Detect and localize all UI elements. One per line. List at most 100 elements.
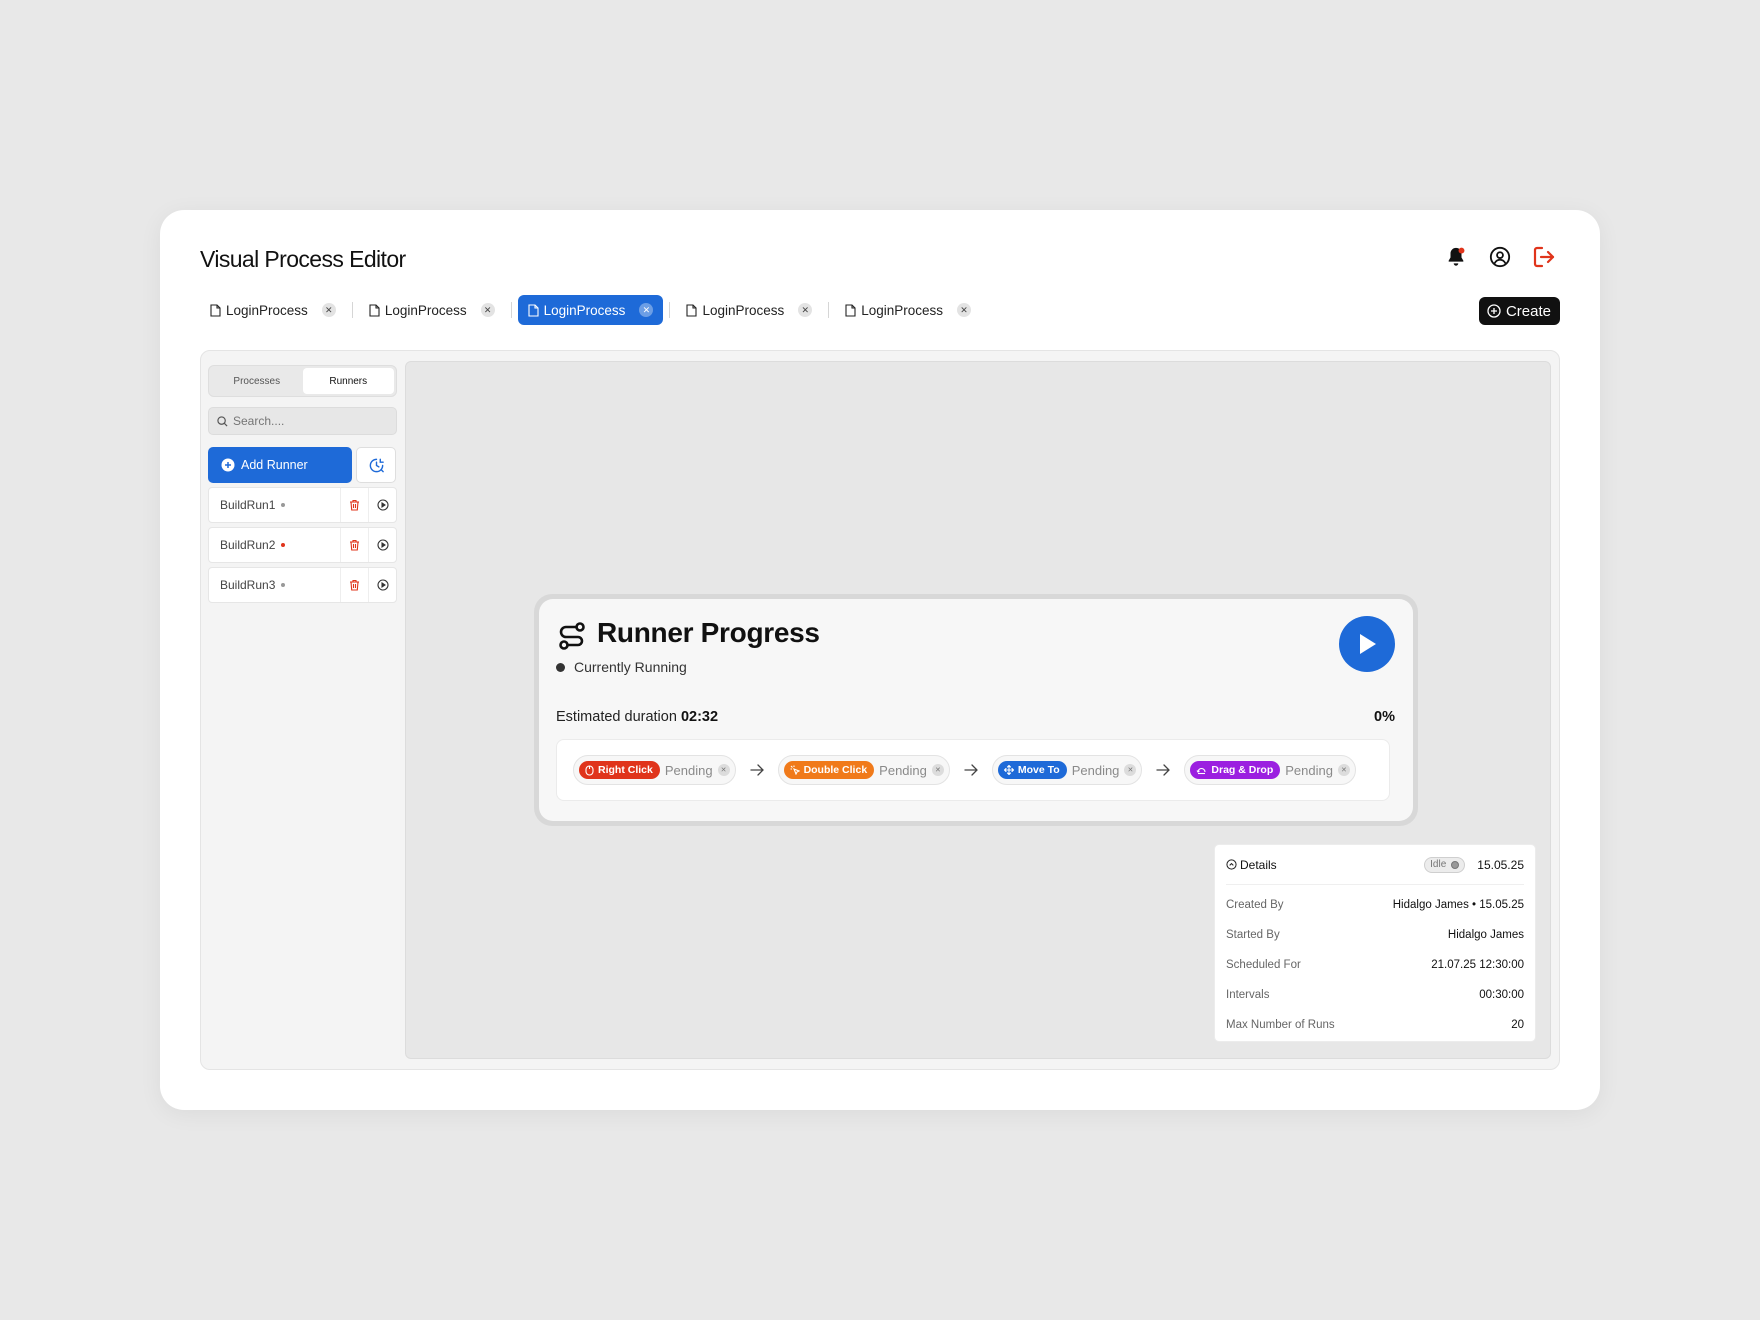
runner-item: BuildRun1 [208, 487, 397, 523]
details-header[interactable]: Details Idle 15.05.25 [1226, 845, 1524, 885]
step-pill: Right Click [579, 761, 660, 779]
detail-row: Intervals 00:30:00 [1226, 980, 1524, 1010]
add-runner-row: Add Runner [208, 447, 397, 483]
detail-key: Started By [1226, 929, 1280, 941]
arrow-right-icon [950, 764, 992, 776]
duration-value: 02:32 [680, 709, 719, 725]
tab-divider [351, 302, 353, 318]
tab-loginprocess-5[interactable]: LoginProcess ✕ [835, 295, 981, 325]
close-icon[interactable]: ✕ [1337, 764, 1350, 776]
step-pill: Move To [997, 761, 1067, 779]
schedule-button[interactable] [356, 447, 396, 483]
estimated-duration: Estimated duration 02:32 [556, 709, 718, 725]
close-icon[interactable]: ✕ [1124, 764, 1137, 776]
tab-loginprocess-3[interactable]: LoginProcess ✕ [517, 295, 664, 325]
step-label: Move To [1017, 764, 1060, 776]
step-pill: Double Click [783, 761, 875, 779]
segment-runners[interactable]: Runners [302, 368, 394, 394]
runner-label: BuildRun2 [220, 538, 276, 552]
file-icon [369, 303, 380, 317]
runner-label: BuildRun3 [220, 578, 276, 592]
close-icon[interactable]: ✕ [480, 303, 495, 317]
run-runner-button[interactable] [368, 488, 396, 522]
progress-percent: 0% [1374, 709, 1395, 725]
close-icon[interactable]: ✕ [717, 764, 730, 776]
detail-row: Scheduled For 21.07.25 12:30:00 [1226, 950, 1524, 980]
bell-icon[interactable] [1444, 245, 1468, 269]
step-label: Drag & Drop [1211, 764, 1274, 776]
detail-value: 21.07.25 12:30:00 [1431, 959, 1524, 971]
step-state: Pending [664, 762, 713, 778]
tab-divider [510, 302, 512, 318]
close-icon[interactable]: ✕ [321, 303, 336, 317]
file-icon [845, 303, 856, 317]
status-dot [556, 662, 565, 672]
close-icon[interactable]: ✕ [957, 303, 972, 317]
status-dot [1451, 860, 1460, 869]
tab-label: LoginProcess [543, 302, 626, 318]
close-icon[interactable]: ✕ [639, 303, 654, 317]
tab-label: LoginProcess [384, 302, 467, 318]
runner-progress-card: Runner Progress Currently Running Estima… [534, 594, 1418, 826]
detail-key: Max Number of Runs [1226, 1019, 1335, 1031]
runner-name[interactable]: BuildRun3 [209, 578, 340, 592]
close-icon[interactable]: ✕ [798, 303, 813, 317]
card-title: Runner Progress [597, 617, 820, 648]
runner-name[interactable]: BuildRun1 [209, 498, 340, 512]
file-icon [686, 303, 697, 317]
search-input[interactable] [233, 414, 383, 428]
badge-label: Idle [1430, 859, 1447, 870]
create-label: Create [1505, 302, 1551, 320]
step-sequence: Right Click Pending ✕ Double Click Pendi… [556, 739, 1390, 801]
step-move-to[interactable]: Move To Pending ✕ [991, 755, 1143, 785]
create-button[interactable]: Create [1478, 297, 1560, 325]
tab-loginprocess-1[interactable]: LoginProcess ✕ [200, 295, 346, 325]
pointer-click-icon [790, 765, 800, 775]
header-actions [1444, 245, 1556, 269]
mouse-icon [585, 764, 594, 776]
delete-runner-button[interactable] [340, 488, 368, 522]
move-icon [1003, 765, 1014, 775]
delete-runner-button[interactable] [340, 528, 368, 562]
step-right-click[interactable]: Right Click Pending ✕ [573, 755, 736, 785]
step-drag-drop[interactable]: Drag & Drop Pending ✕ [1184, 755, 1356, 785]
run-runner-button[interactable] [368, 528, 396, 562]
trash-icon [350, 499, 359, 511]
logout-icon[interactable] [1532, 245, 1556, 269]
tab-label: LoginProcess [226, 302, 308, 318]
document-tabs: LoginProcess ✕ LoginProcess ✕ LoginProce… [200, 295, 981, 325]
add-runner-label: Add Runner [241, 458, 308, 472]
delete-runner-button[interactable] [340, 568, 368, 602]
runner-progress-card-body: Runner Progress Currently Running Estima… [539, 599, 1413, 821]
run-status: Currently Running [556, 659, 687, 675]
step-double-click[interactable]: Double Click Pending ✕ [777, 755, 950, 785]
runner-item: BuildRun2 [208, 527, 397, 563]
add-runner-button[interactable]: Add Runner [208, 447, 352, 483]
tab-divider [669, 302, 671, 318]
runner-name[interactable]: BuildRun2 [209, 538, 340, 552]
tab-label: LoginProcess [861, 302, 944, 318]
details-title: Details [1240, 857, 1277, 872]
chevron-circle-icon [1226, 859, 1237, 870]
status-dot [281, 503, 286, 507]
play-circle-icon [376, 579, 389, 591]
tab-loginprocess-2[interactable]: LoginProcess ✕ [359, 295, 505, 325]
close-icon[interactable]: ✕ [931, 764, 944, 776]
arrow-right-icon [1142, 764, 1184, 776]
step-pill: Drag & Drop [1190, 761, 1281, 779]
trash-icon [350, 539, 359, 551]
play-button[interactable] [1339, 616, 1395, 672]
segment-processes[interactable]: Processes [211, 368, 303, 394]
status-dot [281, 543, 286, 547]
detail-value: Hidalgo James [1447, 929, 1524, 941]
status-text: Currently Running [574, 659, 687, 675]
user-circle-icon[interactable] [1488, 245, 1512, 269]
step-state: Pending [879, 762, 927, 778]
clock-history-icon [369, 458, 384, 472]
tab-loginprocess-4[interactable]: LoginProcess ✕ [676, 295, 822, 325]
editor-canvas[interactable]: Runner Progress Currently Running Estima… [405, 361, 1551, 1059]
runner-label: BuildRun1 [220, 498, 276, 512]
detail-value: 00:30:00 [1479, 989, 1524, 1001]
run-runner-button[interactable] [368, 568, 396, 602]
segment-control: Processes Runners [208, 365, 397, 397]
